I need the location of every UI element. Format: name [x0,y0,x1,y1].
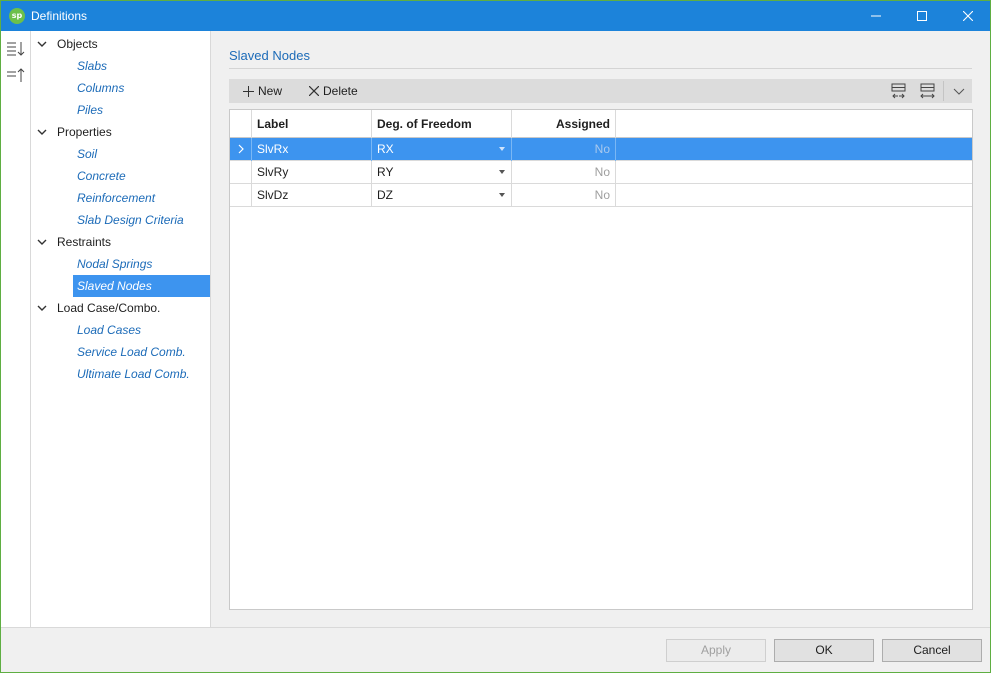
table-row[interactable]: SlvDz DZ No [230,184,972,207]
chevron-down-icon [37,239,47,245]
tree-item-nodal-springs[interactable]: Nodal Springs [73,253,210,275]
minimize-button[interactable] [853,1,899,31]
dropdown-arrow-icon [499,147,505,151]
cell-label[interactable]: SlvRy [252,161,372,184]
tree-item-label: Concrete [77,169,126,183]
dropdown-arrow-icon [499,193,505,197]
tree-toolstrip [1,31,31,627]
grid-toolbar: New Delete [229,79,972,103]
expand-columns-icon[interactable] [919,82,937,100]
title-bar: sp Definitions [1,1,990,31]
tree-group-objects[interactable]: Objects [31,33,211,55]
new-button-label: New [258,84,283,98]
tree-item-soil[interactable]: Soil [73,143,210,165]
close-button[interactable] [945,1,991,31]
delete-x-icon [309,86,319,96]
tree-item-label: Slaved Nodes [77,279,152,293]
column-header-label[interactable]: Label [252,110,372,138]
tree-group-label: Objects [57,37,98,51]
delete-button[interactable]: Delete [309,79,358,103]
tree-group-properties[interactable]: Properties [31,121,211,143]
row-pointer-icon [238,144,244,154]
panel-title: Slaved Nodes [229,48,310,63]
cell-assigned: No [512,184,616,207]
tree-group-label: Load Case/Combo. [57,301,161,315]
tree-item-label: Slabs [77,59,108,73]
row-indicator-header [230,110,252,138]
tree-item-label: Load Cases [77,323,142,337]
main-panel: Slaved Nodes New Delete Label Deg. of Fr… [211,31,990,627]
cell-dof-dropdown[interactable]: RY [372,161,512,184]
chevron-down-icon [37,41,47,47]
column-header-dof[interactable]: Deg. of Freedom [372,110,512,138]
tree-item-reinforcement[interactable]: Reinforcement [73,187,210,209]
minimize-icon [871,15,881,17]
cell-dof-value: RY [377,165,394,179]
tree-item-label: Nodal Springs [77,257,153,271]
definitions-window: sp Definitions Objects Slabs Columns Pil… [0,0,991,673]
dropdown-arrow-icon [499,170,505,174]
cell-label[interactable]: SlvRx [252,138,372,161]
apply-button[interactable]: Apply [666,639,766,662]
fit-columns-icon[interactable] [890,82,908,100]
cell-dof-dropdown[interactable]: RX [372,138,512,161]
tree-item-piles[interactable]: Piles [73,99,210,121]
tree-item-label: Columns [77,81,125,95]
tree-group-restraints[interactable]: Restraints [31,231,211,253]
definitions-tree: Objects Slabs Columns Piles Properties S… [31,31,211,627]
cancel-button[interactable]: Cancel [882,639,982,662]
cell-assigned: No [512,161,616,184]
row-indicator [230,138,252,161]
dialog-footer: Apply OK Cancel [1,627,990,672]
tree-item-label: Piles [77,103,104,117]
tree-item-label: Slab Design Criteria [77,213,184,227]
close-icon [963,11,973,21]
ok-button[interactable]: OK [774,639,874,662]
cell-dof-value: DZ [377,188,393,202]
chevron-down-icon [37,305,47,311]
cell-dof-value: RX [377,142,394,156]
tree-item-slabs[interactable]: Slabs [73,55,210,77]
cell-dof-dropdown[interactable]: DZ [372,184,512,207]
collapse-all-icon[interactable] [6,66,26,86]
chevron-down-icon [37,129,47,135]
tree-group-load-case-combo[interactable]: Load Case/Combo. [31,297,211,319]
tree-item-columns[interactable]: Columns [73,77,210,99]
tree-group-label: Restraints [57,235,112,249]
tree-item-label: Service Load Comb. [77,345,186,359]
row-indicator [230,161,252,184]
maximize-icon [917,11,927,21]
toolbar-separator [943,81,944,101]
tree-item-label: Ultimate Load Comb. [77,367,190,381]
slaved-nodes-grid: Label Deg. of Freedom Assigned SlvRx RX … [229,109,973,610]
tree-item-load-cases[interactable]: Load Cases [73,319,210,341]
expand-all-icon[interactable] [6,39,26,59]
tree-item-ultimate-load-comb[interactable]: Ultimate Load Comb. [73,363,210,385]
plus-icon [243,85,254,97]
new-button[interactable]: New [243,79,282,103]
table-row[interactable]: SlvRy RY No [230,161,972,184]
row-indicator [230,184,252,207]
cell-assigned: No [512,138,616,161]
window-title: Definitions [31,9,88,23]
table-row[interactable]: SlvRx RX No [230,138,972,161]
delete-button-label: Delete [323,84,358,98]
tree-item-concrete[interactable]: Concrete [73,165,210,187]
tree-item-service-load-comb[interactable]: Service Load Comb. [73,341,210,363]
tree-item-slaved-nodes[interactable]: Slaved Nodes [73,275,210,297]
divider [229,68,972,69]
chevron-down-icon[interactable] [950,82,968,100]
app-logo-icon: sp [9,8,25,24]
maximize-button[interactable] [899,1,945,31]
tree-item-label: Soil [77,147,98,161]
cell-label[interactable]: SlvDz [252,184,372,207]
column-header-assigned[interactable]: Assigned [512,110,616,138]
tree-item-slab-design-criteria[interactable]: Slab Design Criteria [73,209,210,231]
tree-group-label: Properties [57,125,112,139]
grid-header: Label Deg. of Freedom Assigned [230,110,972,138]
tree-item-label: Reinforcement [77,191,156,205]
